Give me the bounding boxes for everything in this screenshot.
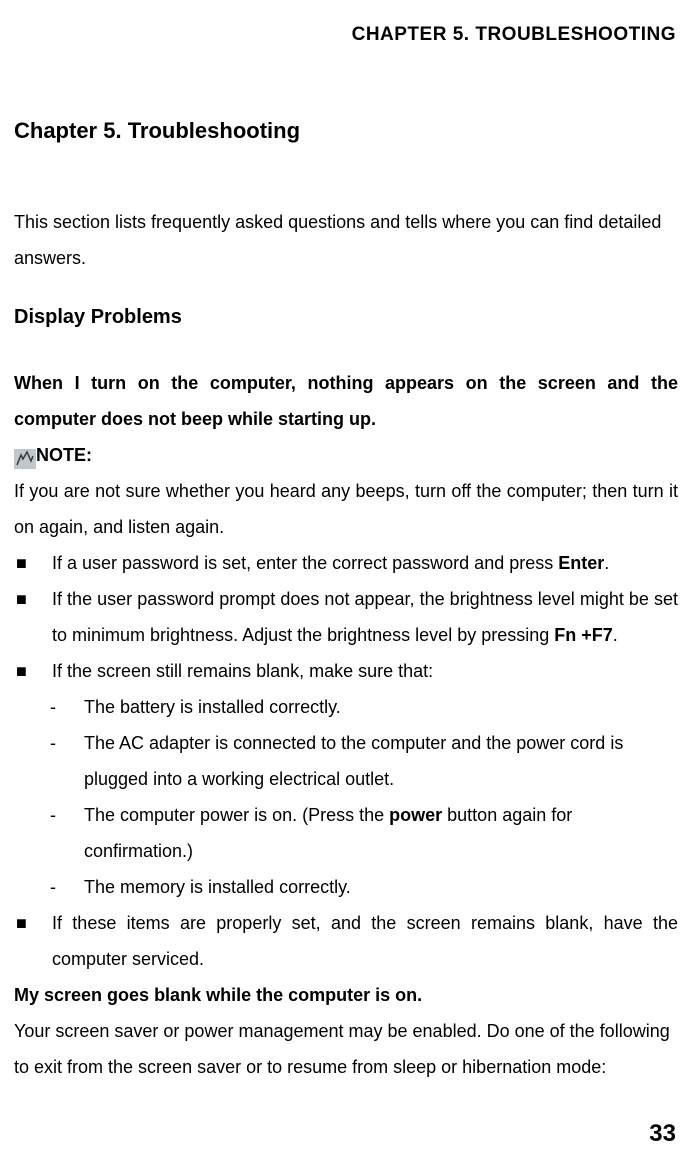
sub-list-item: - The memory is installed correctly. [14,869,678,905]
dash-marker: - [50,725,84,797]
sub-list-text: The AC adapter is connected to the compu… [84,725,678,797]
list-item: ■ If these items are properly set, and t… [14,905,678,977]
sub-list-item: - The battery is installed correctly. [14,689,678,725]
sub-list-item: - The AC adapter is connected to the com… [14,725,678,797]
answer-paragraph: Your screen saver or power management ma… [14,1013,678,1085]
section-heading: Display Problems [14,306,678,329]
sub-list-text: The memory is installed correctly. [84,869,678,905]
sub-list: - The battery is installed correctly. - … [14,689,678,905]
bullet-list: ■ If a user password is set, enter the c… [14,545,678,977]
page: CHAPTER 5. TROUBLESHOOTING Chapter 5. Tr… [0,0,696,1170]
sub-list-text: The computer power is on. (Press the pow… [84,797,678,869]
dash-marker: - [50,689,84,725]
intro-paragraph: This section lists frequently asked ques… [14,204,678,276]
list-item: ■ If a user password is set, enter the c… [14,545,678,581]
dash-marker: - [50,869,84,905]
bullet-marker: ■ [14,653,52,689]
bullet-marker: ■ [14,905,52,977]
list-item-text: If the user password prompt does not app… [52,581,678,653]
list-item-text: If a user password is set, enter the cor… [52,545,678,581]
question-heading: When I turn on the computer, nothing app… [14,365,678,437]
dash-marker: - [50,797,84,869]
sub-list-text: The battery is installed correctly. [84,689,678,725]
note-line: NOTE: [14,437,678,473]
note-body: If you are not sure whether you heard an… [14,473,678,545]
list-item-text: If these items are properly set, and the… [52,905,678,977]
note-label: NOTE: [36,437,92,473]
running-header: CHAPTER 5. TROUBLESHOOTING [14,24,676,46]
sub-list-item: - The computer power is on. (Press the p… [14,797,678,869]
list-item-text: If the screen still remains blank, make … [52,653,678,689]
bullet-marker: ■ [14,545,52,581]
page-number: 33 [649,1120,676,1148]
chapter-title: Chapter 5. Troubleshooting [14,118,678,144]
list-item: ■ If the screen still remains blank, mak… [14,653,678,689]
list-item: ■ If the user password prompt does not a… [14,581,678,653]
note-icon [14,445,36,465]
question-heading: My screen goes blank while the computer … [14,977,678,1013]
bullet-marker: ■ [14,581,52,653]
